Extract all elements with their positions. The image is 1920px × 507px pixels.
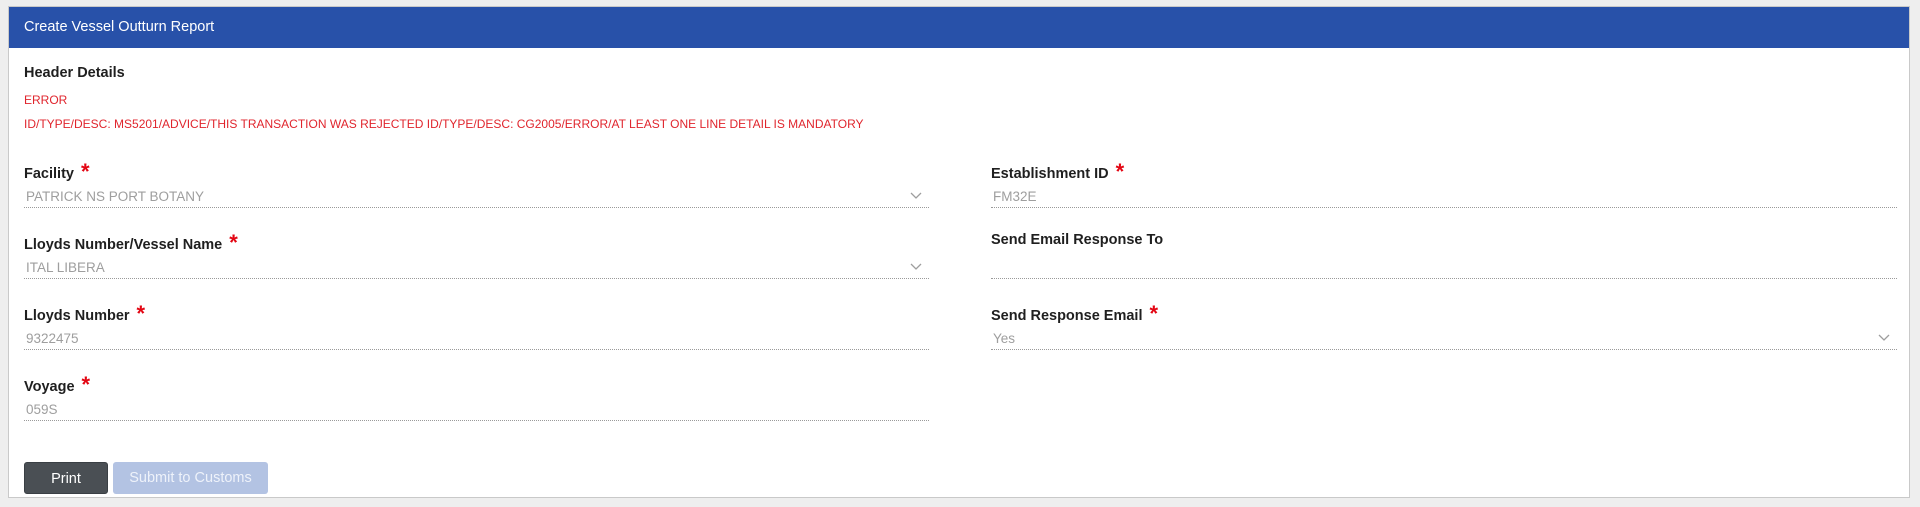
chevron-down-icon (910, 192, 922, 199)
establishment-id-field: Establishment ID * FM32E (991, 161, 1897, 208)
chevron-down-icon (1878, 334, 1890, 341)
vessel-name-field: Lloyds Number/Vessel Name * ITAL LIBERA (24, 232, 929, 279)
required-marker: * (136, 301, 146, 326)
panel-title: Create Vessel Outturn Report (9, 7, 1909, 48)
send-email-to-field: Send Email Response To (991, 232, 1897, 279)
lloyds-number-input[interactable]: 9322475 (24, 329, 929, 350)
voyage-input[interactable]: 059S (24, 400, 929, 421)
error-label: ERROR (24, 93, 68, 107)
chevron-down-icon (910, 263, 922, 270)
vessel-name-value: ITAL LIBERA (26, 260, 105, 275)
facility-label: Facility (24, 166, 74, 182)
required-marker: * (1115, 159, 1125, 184)
vessel-outturn-panel: Create Vessel Outturn Report Header Deta… (8, 6, 1910, 498)
lloyds-number-field: Lloyds Number * 9322475 (24, 303, 929, 350)
lloyds-number-value: 9322475 (26, 331, 79, 346)
vessel-name-label: Lloyds Number/Vessel Name (24, 237, 223, 253)
voyage-field: Voyage * 059S (24, 374, 929, 421)
lloyds-number-label: Lloyds Number (24, 308, 130, 324)
print-button[interactable]: Print (24, 462, 108, 494)
send-response-email-value: Yes (993, 331, 1016, 346)
facility-select[interactable]: PATRICK NS PORT BOTANY (24, 187, 929, 208)
send-response-email-select[interactable]: Yes (991, 329, 1897, 350)
required-marker: * (80, 159, 90, 184)
required-marker: * (1149, 301, 1159, 326)
voyage-value: 059S (26, 402, 58, 417)
establishment-id-input[interactable]: FM32E (991, 187, 1897, 208)
establishment-id-label: Establishment ID (991, 166, 1109, 182)
send-email-to-input[interactable] (991, 258, 1897, 279)
error-message: ID/TYPE/DESC: MS5201/ADVICE/THIS TRANSAC… (24, 117, 864, 131)
vessel-name-select[interactable]: ITAL LIBERA (24, 258, 929, 279)
voyage-label: Voyage (24, 379, 75, 395)
send-email-to-label: Send Email Response To (991, 232, 1164, 248)
required-marker: * (81, 372, 91, 397)
facility-field: Facility * PATRICK NS PORT BOTANY (24, 161, 929, 208)
required-marker: * (229, 230, 238, 255)
facility-value: PATRICK NS PORT BOTANY (26, 189, 205, 204)
send-response-email-field: Send Response Email * Yes (991, 303, 1897, 350)
section-title: Header Details (24, 65, 125, 81)
establishment-id-value: FM32E (993, 189, 1037, 204)
submit-to-customs-button[interactable]: Submit to Customs (113, 462, 268, 494)
send-response-email-label: Send Response Email (991, 308, 1143, 324)
